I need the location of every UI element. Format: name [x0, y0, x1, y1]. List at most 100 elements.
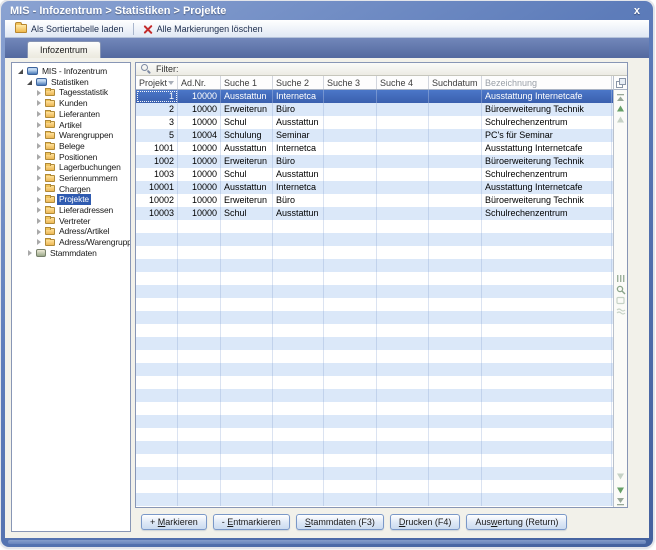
scroll-bottom-icon[interactable] — [615, 496, 626, 507]
empty-row[interactable] — [136, 389, 613, 402]
cell — [429, 363, 482, 376]
collapsed-arrow-icon[interactable] — [34, 165, 43, 171]
empty-row[interactable] — [136, 259, 613, 272]
collapsed-arrow-icon[interactable] — [34, 132, 43, 138]
empty-row[interactable] — [136, 428, 613, 441]
empty-row[interactable] — [136, 311, 613, 324]
empty-row[interactable] — [136, 337, 613, 350]
empty-row[interactable] — [136, 298, 613, 311]
search-icon[interactable] — [615, 284, 626, 295]
tree-item-seriennummern[interactable]: Seriennummern — [12, 173, 130, 184]
table-row[interactable]: 1000310000SchulAusstattunSchulrechenzent… — [136, 207, 613, 220]
collapsed-arrow-icon[interactable] — [34, 100, 43, 106]
expanded-arrow-icon[interactable] — [25, 80, 34, 85]
button-auswertung-return[interactable]: Auswertung (Return) — [466, 514, 567, 530]
scroll-up-faint-icon[interactable] — [615, 114, 626, 125]
tree-item-tagesstatistik[interactable]: Tagesstatistik — [12, 87, 130, 98]
tree-item-lagerbuchungen[interactable]: Lagerbuchungen — [12, 162, 130, 173]
table-row[interactable]: 110000AusstattunInternetcaAusstattung In… — [136, 90, 613, 103]
empty-row[interactable] — [136, 233, 613, 246]
column-header-suchdatum[interactable]: Suchdatum — [429, 76, 482, 89]
tree-item-projekte[interactable]: Projekte — [12, 194, 130, 205]
table-row[interactable]: 310000SchulAusstattunSchulrechenzentrum — [136, 116, 613, 129]
button-drucken-f4[interactable]: Drucken (F4) — [390, 514, 461, 530]
empty-row[interactable] — [136, 246, 613, 259]
tree-item-kunden[interactable]: Kunden — [12, 98, 130, 109]
empty-row[interactable] — [136, 480, 613, 493]
tab-infozentrum[interactable]: Infozentrum — [27, 41, 101, 58]
expanded-arrow-icon[interactable] — [16, 69, 25, 74]
empty-row[interactable] — [136, 402, 613, 415]
title-bar[interactable]: MIS - Infozentrum > Statistiken > Projek… — [1, 1, 653, 20]
table-row[interactable]: 510004SchulungSeminarPC's für Seminar — [136, 129, 613, 142]
column-header-projekt[interactable]: Projekt — [136, 76, 178, 89]
tree-item-vertreter[interactable]: Vertreter — [12, 216, 130, 227]
empty-row[interactable] — [136, 376, 613, 389]
close-button[interactable]: x — [630, 5, 644, 17]
column-header-suche-1[interactable]: Suche 1 — [221, 76, 273, 89]
button-entmarkieren[interactable]: - Entmarkieren — [213, 514, 290, 530]
cell: 10000 — [178, 103, 221, 116]
table-row[interactable]: 100210000ErweiterunBüroBüroerweiterung T… — [136, 155, 613, 168]
tree-item-chargen[interactable]: Chargen — [12, 184, 130, 195]
tree-item-positionen[interactable]: Positionen — [12, 152, 130, 163]
load-sort-table-button[interactable]: Als Sortiertabelle laden — [9, 23, 130, 35]
clear-all-marks-button[interactable]: Alle Markierungen löschen — [137, 23, 269, 35]
scroll-down-faint-icon[interactable] — [615, 471, 626, 482]
scroll-down-icon[interactable] — [615, 485, 626, 496]
collapsed-arrow-icon[interactable] — [34, 218, 43, 224]
find-icon[interactable] — [615, 295, 626, 306]
grid-filter-row[interactable]: Filter: — [136, 63, 627, 76]
column-header-suche-2[interactable]: Suche 2 — [273, 76, 324, 89]
fit-columns-icon[interactable] — [615, 273, 626, 284]
empty-row[interactable] — [136, 324, 613, 337]
empty-row[interactable] — [136, 363, 613, 376]
collapsed-arrow-icon[interactable] — [34, 90, 43, 96]
column-chooser-icon[interactable] — [615, 77, 626, 88]
collapsed-arrow-icon[interactable] — [34, 229, 43, 235]
table-row[interactable]: 100310000SchulAusstattunSchulrechenzentr… — [136, 168, 613, 181]
collapsed-arrow-icon[interactable] — [25, 250, 34, 256]
collapsed-arrow-icon[interactable] — [34, 111, 43, 117]
column-header-bezeichnung[interactable]: Bezeichnung — [482, 76, 612, 89]
column-header-suche-4[interactable]: Suche 4 — [377, 76, 429, 89]
column-header-suche-3[interactable]: Suche 3 — [324, 76, 377, 89]
table-row[interactable]: 210000ErweiterunBüroBüroerweiterung Tech… — [136, 103, 613, 116]
empty-row[interactable] — [136, 493, 613, 506]
tree-item-adress-artikel[interactable]: Adress/Artikel — [12, 226, 130, 237]
scroll-up-icon[interactable] — [615, 103, 626, 114]
empty-row[interactable] — [136, 272, 613, 285]
tree-item-warengruppen[interactable]: Warengruppen — [12, 130, 130, 141]
tree-item-adress-warengruppen[interactable]: Adress/Warengruppen — [12, 237, 130, 248]
table-row[interactable]: 1000110000AusstattunInternetcaAusstattun… — [136, 181, 613, 194]
collapsed-arrow-icon[interactable] — [34, 175, 43, 181]
button-markieren[interactable]: + Markieren — [141, 514, 207, 530]
collapsed-arrow-icon[interactable] — [34, 239, 43, 245]
tree-item-lieferanten[interactable]: Lieferanten — [12, 109, 130, 120]
empty-row[interactable] — [136, 467, 613, 480]
tree-item-belege[interactable]: Belege — [12, 141, 130, 152]
tree-item-lieferadressen[interactable]: Lieferadressen — [12, 205, 130, 216]
table-row[interactable]: 1000210000ErweiterunBüroBüroerweiterung … — [136, 194, 613, 207]
table-row[interactable]: 100110000AusstattunInternetcaAusstattung… — [136, 142, 613, 155]
empty-row[interactable] — [136, 350, 613, 363]
tree-item-artikel[interactable]: Artikel — [12, 119, 130, 130]
empty-row[interactable] — [136, 441, 613, 454]
empty-row[interactable] — [136, 454, 613, 467]
scroll-top-icon[interactable] — [615, 92, 626, 103]
collapsed-arrow-icon[interactable] — [34, 154, 43, 160]
collapsed-arrow-icon[interactable] — [34, 197, 43, 203]
collapsed-arrow-icon[interactable] — [34, 143, 43, 149]
empty-row[interactable] — [136, 220, 613, 233]
tree-item-mis-infozentrum[interactable]: MIS - Infozentrum — [12, 66, 130, 77]
tree-item-statistiken[interactable]: Statistiken — [12, 77, 130, 88]
collapsed-arrow-icon[interactable] — [34, 122, 43, 128]
column-header-ad-nr[interactable]: Ad.Nr. — [178, 76, 221, 89]
collapsed-arrow-icon[interactable] — [34, 186, 43, 192]
button-stammdaten-f3[interactable]: Stammdaten (F3) — [296, 514, 384, 530]
collapsed-arrow-icon[interactable] — [34, 207, 43, 213]
filter-wave-icon[interactable] — [615, 306, 626, 317]
tree-item-stammdaten[interactable]: Stammdaten — [12, 248, 130, 259]
empty-row[interactable] — [136, 415, 613, 428]
empty-row[interactable] — [136, 285, 613, 298]
